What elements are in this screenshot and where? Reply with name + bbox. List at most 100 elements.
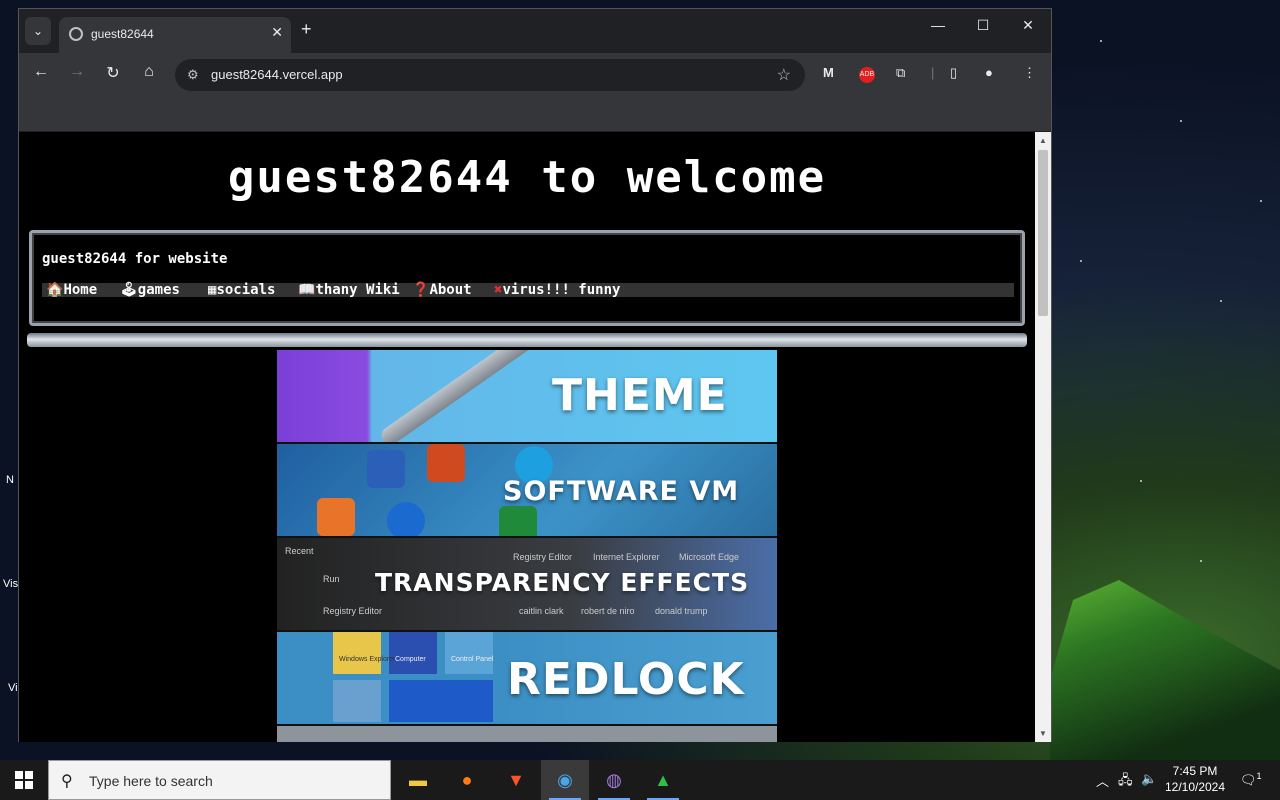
banner-redlock[interactable]: Windows Explorer Computer Control Panel … bbox=[277, 632, 777, 726]
maximize-button[interactable]: ☐ bbox=[960, 17, 1006, 34]
malwarebytes-icon[interactable]: M bbox=[823, 65, 834, 80]
scrollbar[interactable]: ▲ ▼ bbox=[1035, 132, 1051, 742]
file-explorer-icon[interactable]: ▬ bbox=[394, 760, 442, 800]
tab-title: guest82644 bbox=[91, 27, 154, 41]
scrollbar-thumb[interactable] bbox=[1038, 150, 1048, 316]
tab-strip: ⌄ guest82644 ✕ + — ☐ ✕ bbox=[19, 9, 1051, 53]
brave-icon[interactable]: ▼ bbox=[492, 760, 540, 800]
side-panel-icon[interactable]: ▯ bbox=[950, 65, 957, 81]
site-name: guest82644 for website bbox=[42, 251, 228, 267]
chevron-up-icon[interactable]: ︿ bbox=[1096, 771, 1109, 790]
tile bbox=[333, 632, 381, 674]
star-icon[interactable]: ☆ bbox=[777, 65, 791, 85]
detail-text: Recent bbox=[285, 546, 314, 556]
home-icon[interactable]: ⌂ bbox=[137, 63, 161, 81]
back-arrow-icon[interactable]: ← bbox=[29, 63, 53, 81]
tab-active[interactable]: guest82644 ✕ bbox=[59, 17, 291, 53]
tune-icon[interactable]: ⚙ bbox=[187, 67, 199, 83]
bookmarks-bar bbox=[19, 97, 1051, 132]
detail-text: Registry Editor bbox=[513, 552, 573, 562]
banner-label: THEME bbox=[552, 370, 728, 421]
powerpoint-icon bbox=[427, 444, 465, 482]
windows-start-icon[interactable] bbox=[0, 760, 48, 800]
page-viewport: guest82644 to welcome guest82644 for web… bbox=[19, 132, 1035, 742]
minimize-button[interactable]: — bbox=[915, 17, 961, 33]
clock[interactable]: 7:45 PM 12/10/2024 bbox=[1160, 763, 1230, 795]
puzzle-icon[interactable]: ⧉ bbox=[896, 65, 905, 81]
nav-link-about[interactable]: ❓About bbox=[412, 282, 472, 298]
windows-logo-tile bbox=[389, 680, 493, 722]
reload-icon[interactable]: ↻ bbox=[101, 63, 125, 83]
page-title: guest82644 to welcome bbox=[227, 152, 827, 203]
browser-window: ⌄ guest82644 ✕ + — ☐ ✕ ← → ↻ ⌂ ⚙ guest82… bbox=[18, 8, 1052, 742]
tile bbox=[333, 680, 381, 722]
tile bbox=[389, 632, 437, 674]
media-icon bbox=[387, 502, 425, 536]
nav-link-virus[interactable]: ✖virus!!! funny bbox=[494, 282, 620, 298]
site-nav-box: guest82644 for website 🏠Home 🕹games ▦soc… bbox=[29, 230, 1025, 326]
close-icon[interactable]: ✕ bbox=[271, 24, 283, 41]
profile-icon[interactable]: ● bbox=[985, 65, 993, 80]
taskbar: ⚲ Type here to search ▬ ● ▼ ◉ ◍ ▲ ︿ 🖧 🔈 … bbox=[0, 760, 1280, 800]
banner-label: REDLOCK bbox=[507, 654, 745, 705]
joystick-icon: 🕹 bbox=[120, 282, 138, 298]
address-bar[interactable]: ⚙ guest82644.vercel.app ☆ bbox=[175, 59, 805, 91]
detail-text: Registry Editor bbox=[323, 606, 383, 616]
detail-text: Run bbox=[323, 574, 340, 584]
detail-text: Microsoft Edge bbox=[679, 552, 740, 562]
chrome-icon[interactable]: ◉ bbox=[541, 760, 589, 800]
nav-link-games[interactable]: 🕹games bbox=[120, 282, 180, 298]
banner-label: SOFTWARE VM bbox=[503, 476, 740, 507]
desktop-icon-label[interactable]: N bbox=[6, 474, 14, 486]
house-icon: 🏠 bbox=[46, 282, 64, 298]
taskbar-search[interactable]: ⚲ Type here to search bbox=[48, 760, 391, 800]
question-icon: ❓ bbox=[412, 282, 430, 298]
notification-count: 1 bbox=[1256, 771, 1262, 781]
notification-icon[interactable]: 🗨1 bbox=[1240, 771, 1262, 788]
search-placeholder: Type here to search bbox=[89, 773, 213, 789]
search-icon: ⚲ bbox=[61, 773, 73, 790]
banner-theme[interactable]: THEME bbox=[277, 350, 777, 444]
firefox-icon[interactable]: ● bbox=[443, 760, 491, 800]
window-close-button[interactable]: ✕ bbox=[1005, 17, 1051, 34]
plus-icon[interactable]: + bbox=[301, 19, 312, 40]
scroll-down-icon[interactable]: ▼ bbox=[1039, 729, 1047, 738]
detail-text: Computer bbox=[395, 656, 426, 663]
nav-link-label: About bbox=[429, 282, 472, 298]
url-text[interactable]: guest82644.vercel.app bbox=[211, 67, 343, 82]
browser-toolbar: ← → ↻ ⌂ ⚙ guest82644.vercel.app ☆ M ADB … bbox=[19, 53, 1051, 97]
detail-text: donald trump bbox=[655, 606, 708, 616]
nav-links: 🏠Home 🕹games ▦socials 📖thany Wiki ❓About… bbox=[42, 282, 1014, 298]
wallpaper-hill bbox=[1050, 580, 1280, 760]
desktop-icon-label[interactable]: Vis bbox=[3, 578, 18, 590]
time: 7:45 PM bbox=[1172, 764, 1218, 778]
excel-icon bbox=[499, 506, 537, 536]
word-icon bbox=[367, 450, 405, 488]
date: 12/10/2024 bbox=[1164, 780, 1226, 794]
chevron-down-icon[interactable]: ⌄ bbox=[25, 17, 51, 45]
kebab-menu-icon[interactable]: ⋮ bbox=[1023, 65, 1036, 81]
adblock-icon[interactable]: ADB bbox=[859, 67, 875, 83]
globe-icon bbox=[69, 27, 83, 41]
nav-link-label: thany Wiki bbox=[315, 282, 400, 298]
banner-transparency-effects[interactable]: Recent Run Registry Editor Registry Edit… bbox=[277, 538, 777, 632]
paintbrush-icon bbox=[378, 350, 536, 442]
banner-software-vm[interactable]: SOFTWARE VM bbox=[277, 444, 777, 538]
nav-link-label: games bbox=[137, 282, 180, 298]
green-triangle-app-icon[interactable]: ▲ bbox=[639, 760, 687, 800]
forward-arrow-icon[interactable]: → bbox=[65, 63, 89, 81]
tor-browser-icon[interactable]: ◍ bbox=[590, 760, 638, 800]
book-icon: 📖 bbox=[298, 282, 316, 298]
detail-text: Internet Explorer bbox=[593, 552, 660, 562]
scroll-up-icon[interactable]: ▲ bbox=[1039, 136, 1047, 145]
network-icon[interactable]: 🖧 bbox=[1118, 771, 1133, 793]
volume-icon[interactable]: 🔈 bbox=[1141, 771, 1157, 787]
nav-link-label: Home bbox=[63, 282, 98, 298]
nav-link-home[interactable]: 🏠Home bbox=[46, 282, 97, 298]
nav-link-socials[interactable]: ▦socials bbox=[208, 282, 275, 298]
nav-link-label: virus!!! funny bbox=[502, 282, 621, 298]
desktop-icon-label[interactable]: Vi bbox=[8, 682, 18, 694]
nav-link-wiki[interactable]: 📖thany Wiki bbox=[298, 282, 400, 298]
detail-text: Control Panel bbox=[451, 656, 494, 663]
banner-partial[interactable] bbox=[277, 726, 777, 742]
